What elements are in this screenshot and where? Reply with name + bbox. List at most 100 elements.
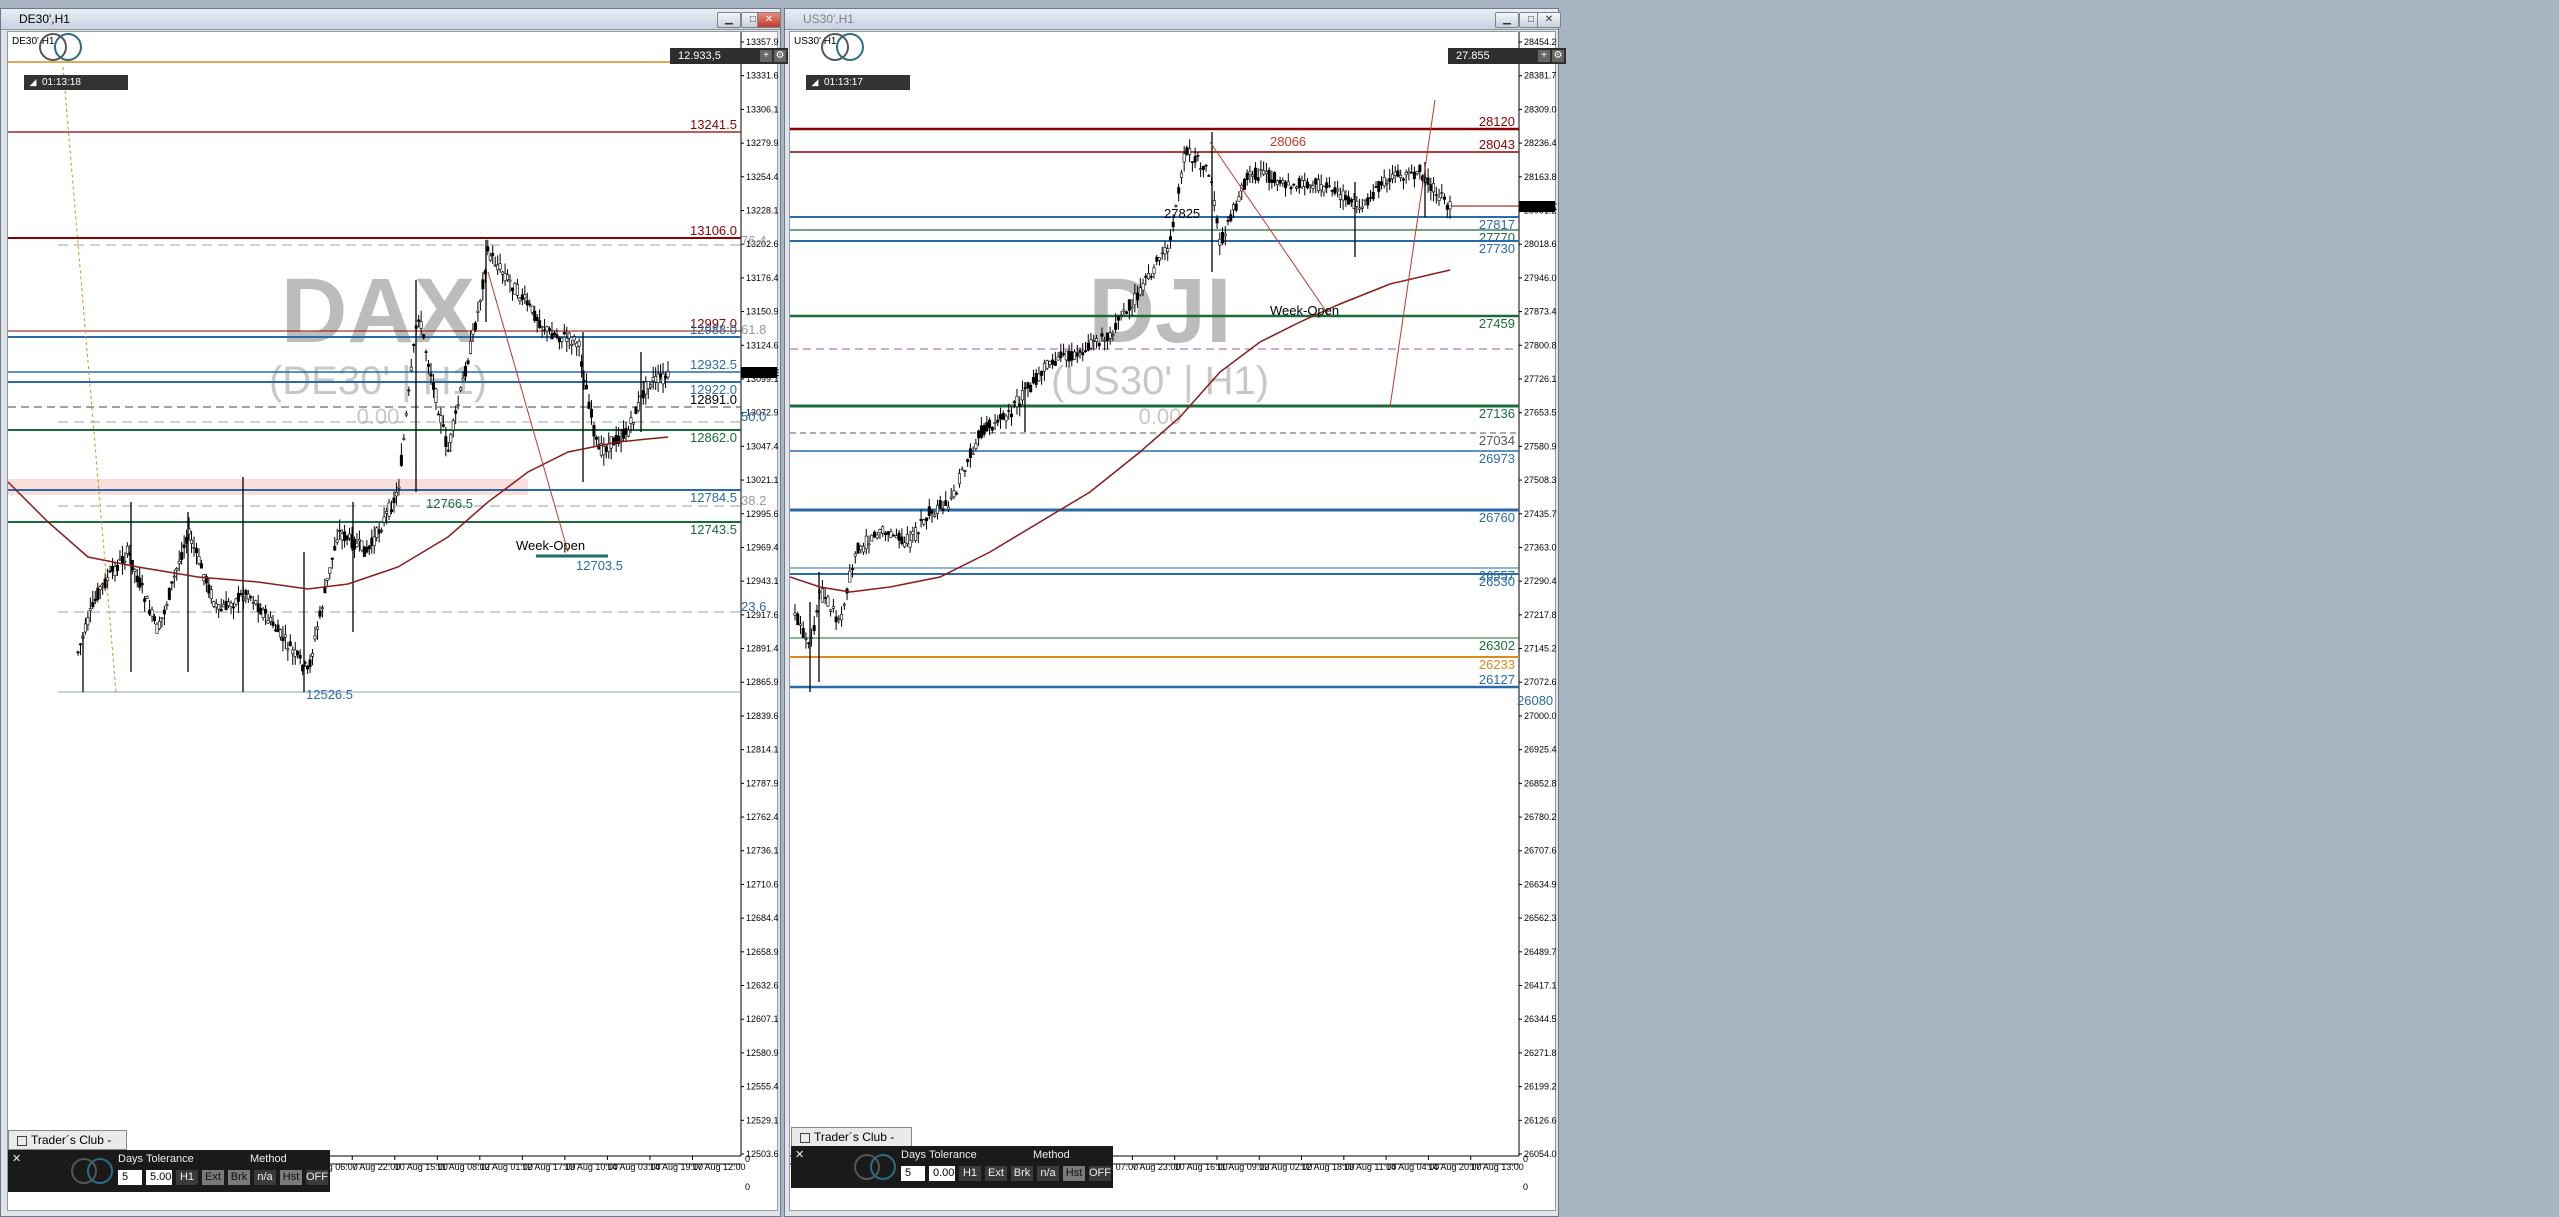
candle-body — [565, 337, 569, 342]
days-label: Days — [118, 1153, 144, 1165]
candle-body — [157, 621, 161, 630]
candle-body — [1311, 185, 1315, 189]
candle-body — [878, 529, 882, 534]
price-chart[interactable]: DE30',H1 ◢01:13:18 12.933,5 + ⚙ 13357.92… — [7, 31, 788, 1211]
current-price-label: 27855.00 — [1521, 202, 1557, 212]
candle-body — [377, 529, 381, 534]
hst-button[interactable]: Hst — [1063, 1166, 1085, 1181]
candle-body — [1138, 287, 1142, 296]
candle-body — [557, 337, 561, 343]
candle-body — [478, 300, 482, 303]
minimize-button[interactable]: ▁ — [717, 12, 741, 28]
ext-button[interactable]: Ext — [985, 1166, 1007, 1181]
off-toggle[interactable]: OFF — [306, 1170, 328, 1185]
traders-club-bar[interactable]: Trader´s Club - Live — [8, 1130, 127, 1165]
close-button[interactable]: ✕ — [1537, 12, 1561, 28]
candle-body — [646, 381, 650, 389]
candle-body — [979, 425, 983, 438]
candle-body — [1084, 350, 1088, 352]
candle-body — [1152, 267, 1156, 274]
supply-zone — [8, 479, 528, 495]
candle-body — [1385, 182, 1389, 185]
days-input[interactable]: 5 — [118, 1170, 142, 1185]
tolerance-input[interactable]: 5.00 — [146, 1170, 172, 1185]
plus-icon[interactable]: + — [1538, 50, 1550, 62]
y-tick-label: 12736.17 — [746, 846, 779, 856]
y-tick-label: 27580.96 — [1524, 441, 1557, 451]
y-tick-label: 28018.66 — [1524, 239, 1557, 249]
tolerance-input[interactable]: 0.00 — [929, 1166, 955, 1181]
candle-body — [1308, 184, 1312, 187]
candle-body — [259, 607, 263, 615]
candle-body — [543, 329, 547, 332]
candle-body — [1130, 306, 1134, 309]
candle-body — [1089, 339, 1093, 349]
panel-logo-icon — [854, 1154, 896, 1180]
settings-icon[interactable]: ⚙ — [1552, 50, 1564, 62]
candle-body — [167, 587, 171, 600]
window-titlebar[interactable]: DE30',H1 ▁ □ ✕ — [1, 9, 781, 30]
candle-body — [570, 344, 574, 346]
candle-body — [1253, 167, 1257, 180]
y-tick-label: 12684.42 — [746, 913, 779, 923]
y-tick-label: 28309.06 — [1524, 104, 1557, 114]
level-label: 38.2 — [741, 493, 766, 508]
candle-body — [535, 316, 539, 322]
candle-body — [1105, 332, 1109, 341]
candle-body — [1333, 187, 1337, 194]
hst-button[interactable]: Hst — [280, 1170, 302, 1185]
window-titlebar[interactable]: US30',H1 ▁ □ ✕ — [785, 9, 1561, 30]
panel-close-button[interactable]: ✕ — [795, 1148, 804, 1161]
club-logo-icon — [39, 33, 82, 61]
minimize-button[interactable]: ▁ — [1495, 12, 1519, 28]
y-tick-label: 26780.26 — [1524, 812, 1557, 822]
candle-body — [1344, 195, 1348, 201]
ext-button[interactable]: Ext — [202, 1170, 224, 1185]
candle-body — [1199, 168, 1203, 170]
settings-icon[interactable]: ⚙ — [774, 50, 786, 62]
candle-body — [217, 604, 221, 610]
y-tick-label: 26489.76 — [1524, 947, 1557, 957]
collapse-arrow-icon[interactable]: ◢ — [806, 75, 824, 90]
candle-body — [820, 588, 824, 603]
y-tick-label: 28236.46 — [1524, 138, 1557, 148]
method-select[interactable]: n/a — [254, 1170, 276, 1185]
timeframe-button[interactable]: H1 — [176, 1170, 198, 1185]
candle-body — [842, 603, 846, 606]
days-input[interactable]: 5 — [901, 1166, 925, 1181]
price-chart[interactable]: US30',H1 ◢01:13:17 27.855 + ⚙ 28454.2628… — [789, 31, 1566, 1211]
candle-body — [798, 623, 802, 626]
candle-body — [153, 616, 157, 622]
candle-body — [1289, 186, 1293, 190]
candle-body — [108, 570, 112, 573]
candle-body — [390, 509, 394, 513]
brk-button[interactable]: Brk — [1011, 1166, 1033, 1181]
level-label: 28066 — [1270, 134, 1306, 149]
traders-club-bar[interactable]: Trader´s Club - Live — [791, 1127, 912, 1162]
watermark-title: DJI — [1088, 260, 1231, 362]
candle-body — [823, 597, 827, 599]
method-select[interactable]: n/a — [1037, 1166, 1059, 1181]
candle-body — [1108, 332, 1112, 339]
off-toggle[interactable]: OFF — [1089, 1166, 1111, 1181]
brk-button[interactable]: Brk — [228, 1170, 250, 1185]
candle-body — [1026, 382, 1030, 389]
panel-close-button[interactable]: ✕ — [12, 1152, 21, 1165]
close-button[interactable]: ✕ — [757, 12, 781, 28]
candle-body — [222, 604, 226, 608]
candle-body — [829, 609, 833, 612]
candle-body — [952, 490, 956, 498]
timeframe-button[interactable]: H1 — [959, 1166, 981, 1181]
candle-body — [1382, 177, 1386, 187]
dji-chart-window[interactable]: US30',H1 ▁ □ ✕ US30',H1 ◢ 01:13:17 27.855… — [784, 8, 1566, 1217]
candle-body — [160, 617, 164, 619]
plus-icon[interactable]: + — [760, 50, 772, 62]
candle-body — [234, 598, 238, 605]
candle-body — [804, 638, 808, 640]
y-tick-label: 26634.96 — [1524, 879, 1557, 889]
collapse-arrow-icon[interactable]: ◢ — [24, 75, 42, 90]
candle-body — [949, 496, 953, 499]
dax-chart-window[interactable]: DE30',H1 ▁ □ ✕ DE30',H1 ◢ 01:13:18 12.933… — [0, 8, 788, 1217]
candle-body — [434, 388, 438, 403]
candle-body — [550, 333, 554, 340]
